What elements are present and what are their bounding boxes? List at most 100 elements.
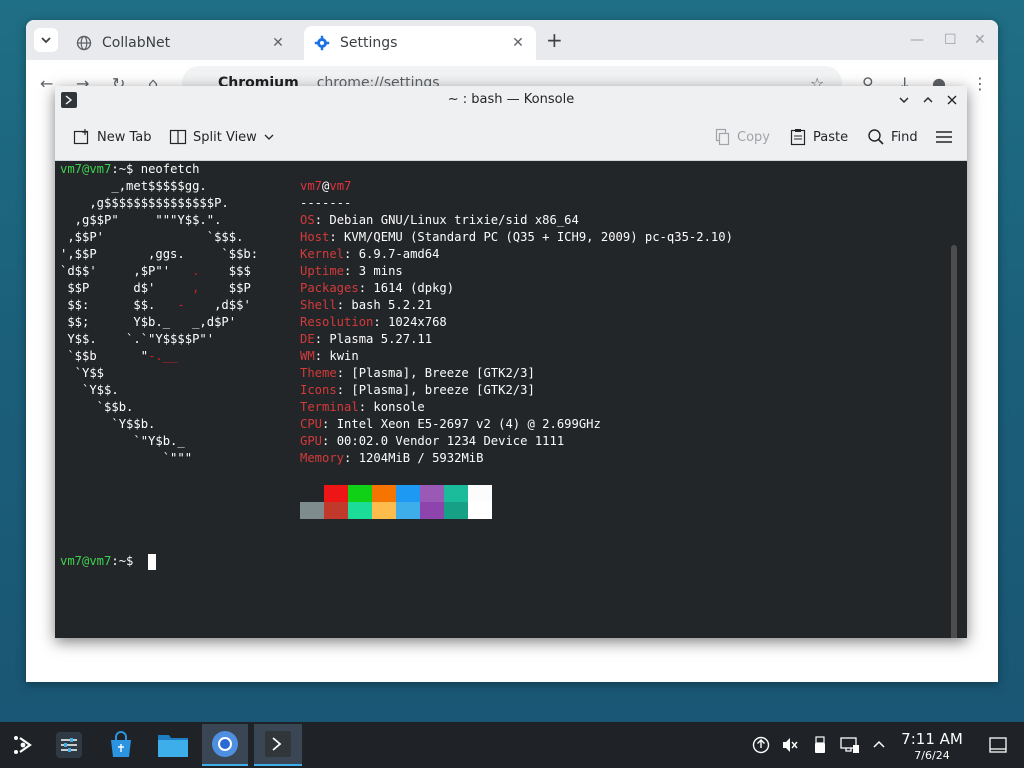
clock-time[interactable]: 7:11 AM [896, 730, 968, 748]
tab-search-button[interactable] [34, 28, 58, 52]
prompt-suffix: :~$ [111, 162, 134, 176]
prompt-line: vm7@vm7:~$ neofetch [60, 161, 199, 178]
find-button[interactable]: Find [867, 126, 918, 148]
info-line: Icons: [Plasma], breeze [GTK2/3] [300, 382, 535, 399]
info-line: Terminal: konsole [300, 399, 425, 416]
task-chromium[interactable] [202, 724, 248, 766]
color-swatch [420, 485, 444, 502]
info-value: kwin [329, 349, 359, 363]
terminal-scrollbar[interactable] [951, 245, 957, 638]
info-line: Packages: 1614 (dpkg) [300, 280, 454, 297]
hamburger-menu-icon [936, 131, 952, 143]
terminal-icon [265, 731, 291, 757]
neofetch-header: vm7@vm7 [300, 178, 351, 195]
split-view-label: Split View [193, 129, 257, 145]
task-dolphin[interactable] [150, 724, 196, 766]
info-key: OS [300, 213, 315, 227]
browser-tab-title: CollabNet [102, 35, 171, 51]
task-discover[interactable] [98, 724, 144, 766]
terminal-view[interactable]: vm7@vm7:~$ neofetch _,met$$$$$gg. ,g$$$$… [55, 161, 967, 638]
info-line: GPU: 00:02.0 Vendor 1234 Device 1111 [300, 433, 564, 450]
back-arrow-icon[interactable]: ← [40, 74, 53, 93]
close-tab-icon[interactable]: ✕ [510, 35, 526, 51]
info-colon: : [336, 383, 352, 397]
info-colon: : [329, 230, 345, 244]
logo-line: Y$$. `.`"Y$$$$P"' [60, 332, 215, 346]
new-tab-icon [73, 129, 89, 145]
info-value: 3 mins [358, 264, 403, 278]
info-colon: : [314, 213, 330, 227]
logo-line: `""" [60, 451, 193, 465]
show-desktop-icon[interactable] [988, 736, 1008, 754]
maximize-icon[interactable]: ☐ [944, 32, 957, 48]
command-text: neofetch [140, 162, 200, 176]
info-colon: : [373, 315, 389, 329]
info-key: Shell [300, 298, 337, 312]
info-colon: : [344, 264, 359, 278]
logo-line: `Y$$. [60, 383, 119, 397]
info-key: Theme [300, 366, 337, 380]
new-tab-plus-icon[interactable]: + [546, 30, 563, 50]
color-swatch [300, 502, 324, 519]
info-value: [Plasma], breeze [GTK2/3] [351, 383, 535, 397]
info-key: Memory [300, 451, 345, 465]
info-value: Plasma 5.27.11 [329, 332, 433, 346]
info-value: bash 5.2.21 [351, 298, 433, 312]
logo-line: $$; Y$b._ _,d$P' [60, 315, 237, 329]
info-line: Theme: [Plasma], Breeze [GTK2/3] [300, 365, 535, 382]
copy-label: Copy [737, 129, 770, 145]
prompt-line: vm7@vm7:~$ [60, 553, 141, 570]
application-launcher-button[interactable] [0, 724, 46, 766]
color-swatch [396, 485, 420, 502]
close-icon[interactable] [943, 91, 961, 109]
copy-button[interactable]: Copy [713, 126, 770, 148]
clock-date[interactable]: 7/6/24 [896, 749, 968, 762]
info-line: Kernel: 6.9.7-amd64 [300, 246, 439, 263]
color-swatch [420, 502, 444, 519]
paste-button[interactable]: Paste [789, 126, 848, 148]
minimize-icon[interactable]: — [910, 32, 924, 48]
kebab-menu-icon[interactable]: ⋮ [972, 74, 988, 93]
browser-tab-settings[interactable]: Settings ✕ [304, 26, 536, 60]
info-line: Shell: bash 5.2.21 [300, 297, 432, 314]
info-value: 00:02.0 Vendor 1234 Device 1111 [336, 434, 565, 448]
konsole-titlebar[interactable]: ~ : bash — Konsole [55, 86, 967, 114]
paste-label: Paste [813, 129, 849, 145]
hamburger-menu-button[interactable] [935, 126, 953, 148]
info-colon: : [336, 298, 352, 312]
new-tab-button[interactable]: New Tab [73, 126, 152, 148]
folder-icon [158, 735, 188, 757]
volume-muted-icon[interactable] [780, 736, 800, 754]
usb-device-icon[interactable] [810, 736, 830, 754]
split-view-button[interactable]: Split View [169, 126, 275, 148]
color-swatch [348, 485, 372, 502]
info-colon: : [314, 349, 330, 363]
browser-tab-collabnet[interactable]: CollabNet ✕ [66, 26, 296, 60]
maximize-icon[interactable] [919, 91, 937, 109]
network-wired-icon[interactable] [840, 736, 860, 754]
updates-tray-icon[interactable] [751, 736, 771, 754]
copy-icon [715, 128, 730, 146]
logo-line: $$: $$. - ,d$$' [60, 298, 251, 312]
chromium-icon [212, 731, 238, 757]
minimize-icon[interactable] [895, 91, 913, 109]
taskbar: 7:11 AM 7/6/24 [0, 722, 1024, 768]
logo-line: _,met$$$$$gg. [60, 179, 207, 193]
close-window-icon[interactable]: ✕ [974, 32, 986, 48]
info-line: DE: Plasma 5.27.11 [300, 331, 432, 348]
info-key: Host [300, 230, 330, 244]
info-colon: : [314, 332, 330, 346]
close-tab-icon[interactable]: ✕ [270, 35, 286, 51]
logo-line: ,g$$P" """Y$$.". [60, 213, 222, 227]
logo-line: `d$$' ,$P"' . $$$ [60, 264, 251, 278]
chevron-up-icon[interactable] [869, 736, 889, 754]
konsole-window: ~ : bash — Konsole New Tab Split View Co… [55, 86, 967, 638]
task-system-settings[interactable] [46, 724, 92, 766]
new-tab-label: New Tab [97, 129, 152, 145]
task-konsole[interactable] [254, 724, 302, 766]
info-line: CPU: Intel Xeon E5-2697 v2 (4) @ 2.699GH… [300, 416, 601, 433]
info-colon: : [358, 281, 374, 295]
info-colon: : [358, 400, 374, 414]
color-swatch [348, 502, 372, 519]
color-swatch [372, 485, 396, 502]
